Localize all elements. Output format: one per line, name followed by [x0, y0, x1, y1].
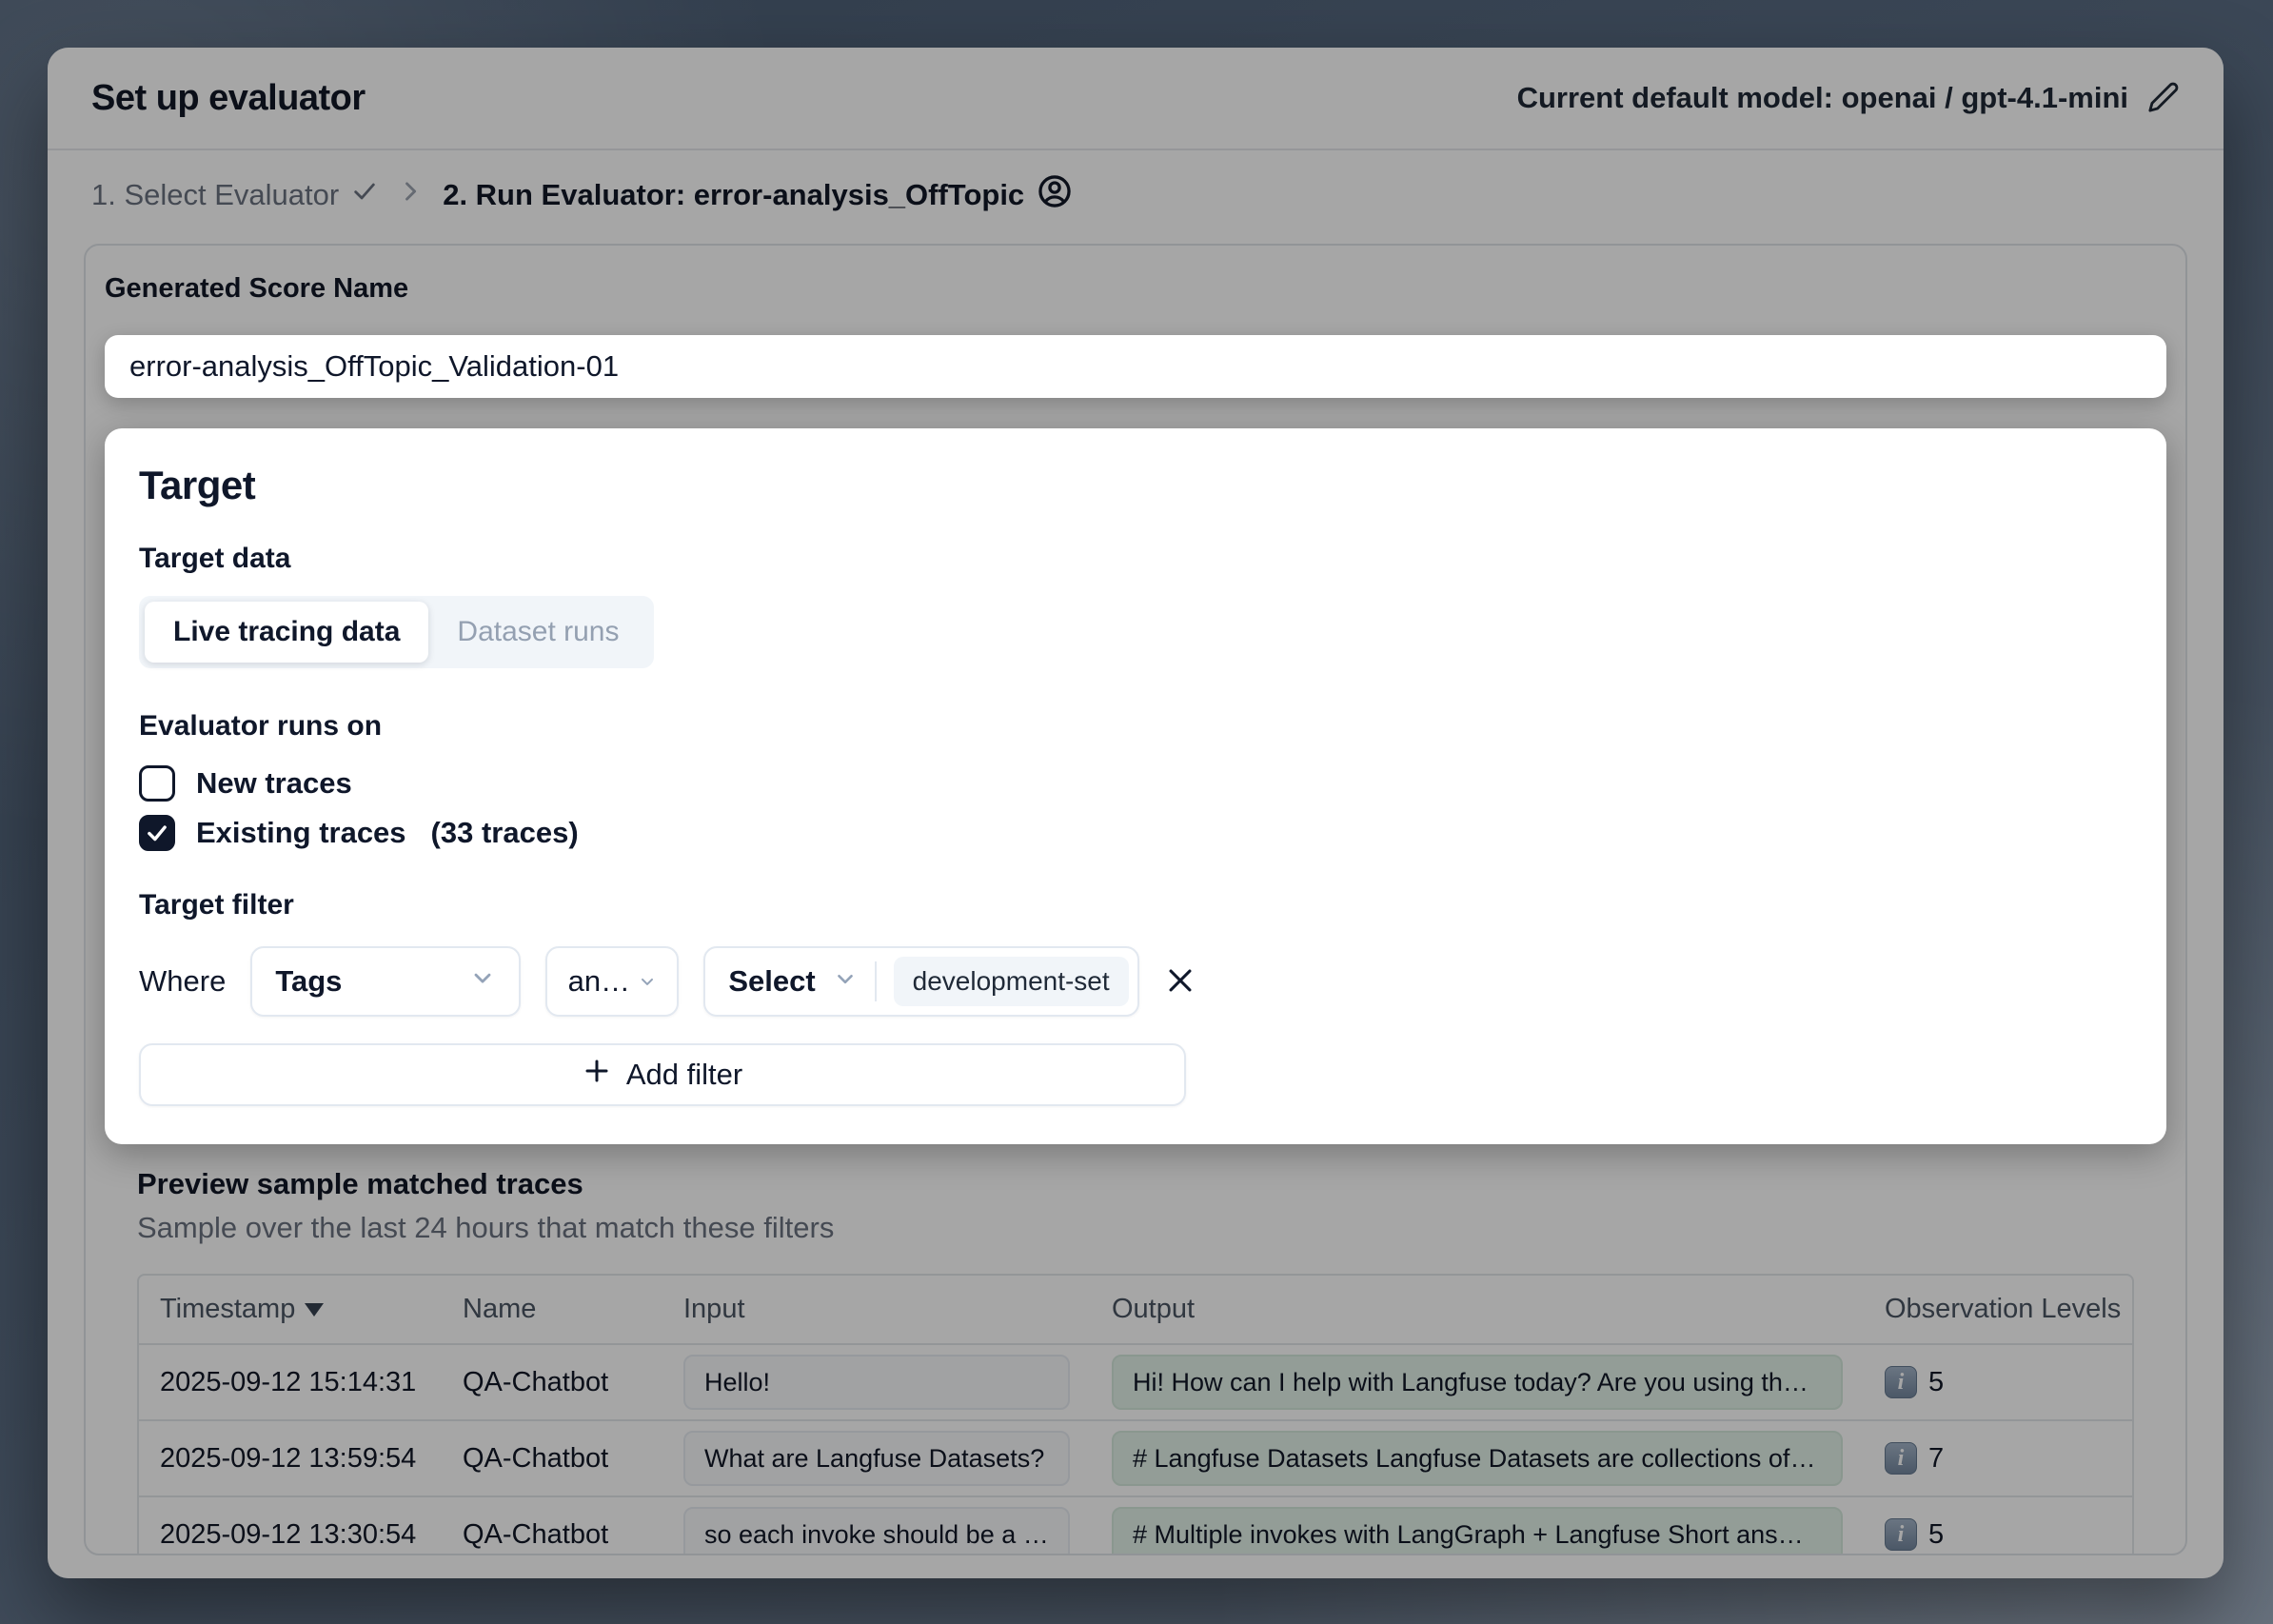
- filter-value-select[interactable]: Select development-set: [703, 946, 1139, 1017]
- table-row[interactable]: 2025-09-12 15:14:31 QA-Chatbot Hello! Hi…: [139, 1344, 2132, 1420]
- target-filter-label: Target filter: [139, 887, 2132, 923]
- new-traces-option[interactable]: New traces: [139, 765, 2132, 802]
- remove-filter-button[interactable]: [1164, 964, 1196, 1000]
- score-name-label: Generated Score Name: [105, 270, 2166, 307]
- chevron-down-icon: [469, 964, 496, 999]
- sort-desc-icon: [305, 1303, 324, 1317]
- column-header-output[interactable]: Output: [1091, 1276, 1864, 1344]
- target-card: Target Target data Live tracing data Dat…: [105, 428, 2166, 1144]
- cell-input: so each invoke should be a diff…: [662, 1496, 1091, 1555]
- breadcrumb-step-run-evaluator: 2. Run Evaluator: error-analysis_OffTopi…: [443, 173, 1073, 217]
- step-current-label: 2. Run Evaluator: error-analysis_OffTopi…: [443, 178, 1024, 212]
- column-header-timestamp[interactable]: Timestamp: [139, 1276, 442, 1344]
- cell-timestamp: 2025-09-12 13:59:54: [139, 1420, 442, 1496]
- breadcrumb-step-select-evaluator[interactable]: 1. Select Evaluator: [91, 178, 378, 212]
- chevron-down-icon: [638, 964, 657, 999]
- cell-observation-levels: i7: [1864, 1420, 2132, 1496]
- existing-traces-label: Existing traces: [196, 816, 406, 850]
- plus-icon: [583, 1057, 611, 1093]
- x-icon: [1164, 964, 1196, 1000]
- cell-input: Hello!: [662, 1344, 1091, 1420]
- score-name-input[interactable]: [105, 335, 2166, 398]
- info-icon: i: [1885, 1518, 1917, 1551]
- column-header-input[interactable]: Input: [662, 1276, 1091, 1344]
- target-data-tabs: Live tracing data Dataset runs: [139, 596, 654, 668]
- cell-name: QA-Chatbot: [442, 1496, 662, 1555]
- edit-model-button[interactable]: [2147, 81, 2180, 116]
- preview-title: Preview sample matched traces: [137, 1167, 2134, 1201]
- matched-traces-table: Timestamp Name Input Output Observation …: [137, 1274, 2134, 1555]
- default-model-info: Current default model: openai / gpt-4.1-…: [1517, 81, 2180, 116]
- step-done-label: 1. Select Evaluator: [91, 178, 339, 212]
- runs-on-label: Evaluator runs on: [139, 708, 2132, 744]
- dialog-header: Set up evaluator Current default model: …: [48, 48, 2224, 150]
- pencil-icon: [2147, 81, 2180, 116]
- filter-value-placeholder: Select: [728, 964, 815, 999]
- divider: [875, 961, 877, 1001]
- filter-operator-value: an…: [568, 964, 630, 999]
- existing-traces-checkbox[interactable]: [139, 815, 175, 851]
- cell-observation-levels: i5: [1864, 1344, 2132, 1420]
- existing-traces-count: (33 traces): [431, 816, 579, 850]
- target-heading: Target: [139, 463, 2132, 508]
- filter-operator-select[interactable]: an…: [545, 946, 679, 1017]
- column-header-name[interactable]: Name: [442, 1276, 662, 1344]
- cell-input: What are Langfuse Datasets?: [662, 1420, 1091, 1496]
- table-header-row: Timestamp Name Input Output Observation …: [139, 1276, 2132, 1344]
- cell-output: # Multiple invokes with LangGraph + Lang…: [1091, 1496, 1864, 1555]
- column-header-observation-levels[interactable]: Observation Levels: [1864, 1276, 2132, 1344]
- default-model-label: Current default model: openai / gpt-4.1-…: [1517, 81, 2128, 115]
- preview-section: Preview sample matched traces Sample ove…: [137, 1167, 2134, 1555]
- table-row[interactable]: 2025-09-12 13:30:54 QA-Chatbot so each i…: [139, 1496, 2132, 1555]
- cell-timestamp: 2025-09-12 13:30:54: [139, 1496, 442, 1555]
- cell-output: # Langfuse Datasets Langfuse Datasets ar…: [1091, 1420, 1864, 1496]
- breadcrumb: 1. Select Evaluator 2. Run Evaluator: er…: [48, 150, 2224, 244]
- cell-observation-levels: i5: [1864, 1496, 2132, 1555]
- cell-timestamp: 2025-09-12 15:14:31: [139, 1344, 442, 1420]
- preview-subtitle: Sample over the last 24 hours that match…: [137, 1211, 2134, 1245]
- info-icon: i: [1885, 1442, 1917, 1475]
- desktop-background: Set up evaluator Current default model: …: [0, 0, 2273, 1624]
- setup-evaluator-dialog: Set up evaluator Current default model: …: [48, 48, 2224, 1578]
- page-title: Set up evaluator: [91, 78, 366, 119]
- chevron-down-icon: [833, 964, 858, 999]
- table-row[interactable]: 2025-09-12 13:59:54 QA-Chatbot What are …: [139, 1420, 2132, 1496]
- tab-dataset-runs[interactable]: Dataset runs: [428, 602, 647, 663]
- info-icon: i: [1885, 1366, 1917, 1398]
- evaluator-form-panel: Generated Score Name Target Target data …: [84, 244, 2187, 1555]
- new-traces-label: New traces: [196, 766, 352, 801]
- cell-output: Hi! How can I help with Langfuse today? …: [1091, 1344, 1864, 1420]
- chevron-right-icon: [397, 178, 424, 212]
- filter-column-value: Tags: [275, 964, 454, 999]
- cell-name: QA-Chatbot: [442, 1420, 662, 1496]
- add-filter-label: Add filter: [626, 1058, 742, 1092]
- filter-column-select[interactable]: Tags: [250, 946, 521, 1017]
- filter-row: Where Tags an… Select: [139, 946, 2132, 1017]
- cell-name: QA-Chatbot: [442, 1344, 662, 1420]
- new-traces-checkbox[interactable]: [139, 765, 175, 802]
- where-label: Where: [139, 964, 226, 999]
- existing-traces-option[interactable]: Existing traces (33 traces): [139, 815, 2132, 851]
- target-data-label: Target data: [139, 541, 2132, 577]
- add-filter-button[interactable]: Add filter: [139, 1043, 1186, 1106]
- tab-live-tracing-data[interactable]: Live tracing data: [145, 602, 428, 663]
- user-circle-icon: [1037, 173, 1073, 217]
- check-icon: [351, 178, 378, 212]
- selected-tag-chip[interactable]: development-set: [894, 957, 1129, 1006]
